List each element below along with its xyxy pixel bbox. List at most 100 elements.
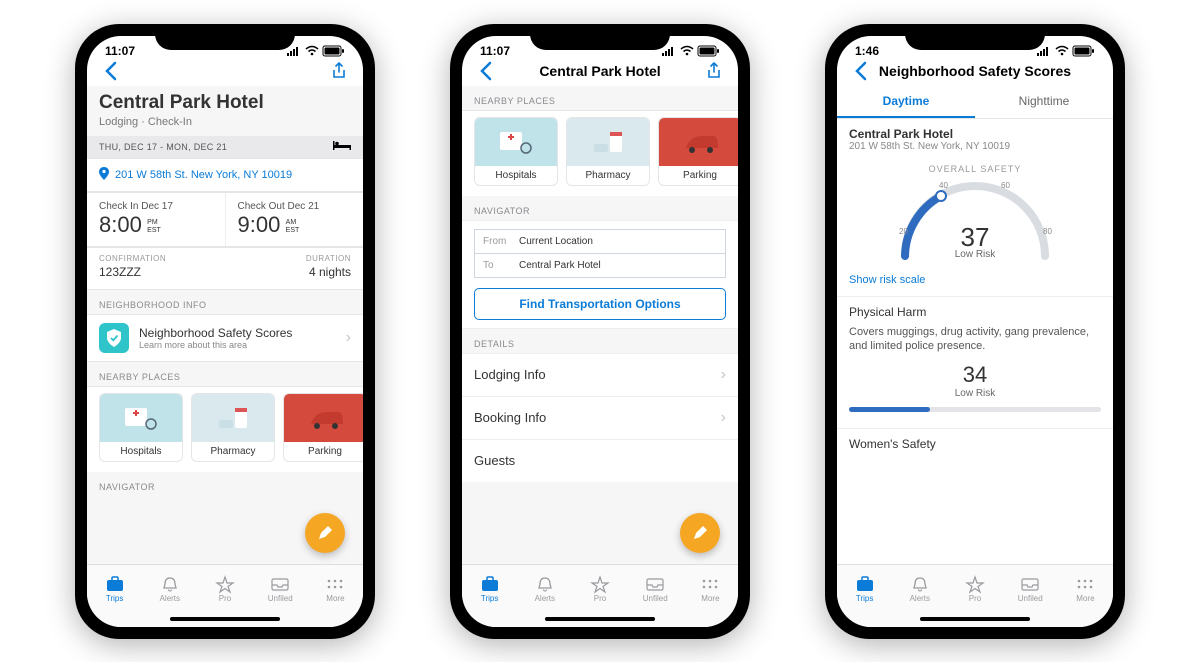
neighborhood-safety-row[interactable]: Neighborhood Safety Scores Learn more ab… (87, 314, 363, 362)
checkout-box: Check Out Dec 21 9:00 AMEST (225, 193, 364, 246)
address-row[interactable]: 201 W 58th St. New York, NY 10019 (87, 158, 363, 192)
checkin-time: 8:00 (99, 212, 142, 238)
inbox-icon (1020, 576, 1040, 592)
harm-title: Physical Harm (849, 305, 1101, 319)
more-icon (700, 576, 720, 592)
tab-pro[interactable]: Pro (947, 565, 1002, 615)
phone-1-screen: 11:07 Central Park Hotel Lodging · Check… (87, 36, 363, 627)
neighborhood-title: Neighborhood Safety Scores (139, 326, 336, 340)
tab-trips[interactable]: Trips (462, 565, 517, 615)
tab-unfiled[interactable]: Unfiled (628, 565, 683, 615)
nav-title: Neighborhood Safety Scores (873, 63, 1077, 79)
place-hospitals[interactable]: Hospitals (474, 117, 558, 186)
hospital-icon (100, 394, 182, 442)
checkout-time: 9:00 (238, 212, 281, 238)
location-pin-icon (99, 167, 109, 183)
parking-icon (659, 118, 738, 166)
edit-fab[interactable] (305, 513, 345, 553)
tab-alerts[interactable]: Alerts (517, 565, 572, 615)
nearby-places-row: Hospitals Pharmacy Parking (462, 110, 738, 196)
status-indicators (662, 46, 720, 56)
share-button[interactable] (702, 62, 726, 80)
place-pharmacy[interactable]: Pharmacy (566, 117, 650, 186)
place-parking[interactable]: Parking (658, 117, 738, 186)
navigator-header: NAVIGATOR (462, 196, 738, 220)
find-transportation-button[interactable]: Find Transportation Options (474, 288, 726, 320)
battery-icon (698, 46, 720, 56)
nearby-header: NEARBY PLACES (87, 362, 363, 386)
confirmation-row: CONFIRMATION 123ZZZ DURATION 4 nights (87, 247, 363, 290)
parking-icon (284, 394, 363, 442)
duration-label: DURATION (306, 254, 351, 263)
page-title: Central Park Hotel (99, 92, 351, 114)
date-range: THU, DEC 17 - MON, DEC 21 (99, 142, 227, 152)
home-indicator[interactable] (170, 617, 280, 621)
inbox-icon (645, 576, 665, 592)
detail-booking[interactable]: Booking Info› (462, 396, 738, 439)
back-button[interactable] (474, 62, 498, 80)
back-button[interactable] (849, 62, 873, 80)
detail-guests[interactable]: Guests› (462, 439, 738, 482)
chevron-right-icon: › (346, 329, 351, 347)
nav-bar: Central Park Hotel (462, 60, 738, 86)
svg-text:40: 40 (939, 181, 948, 190)
tab-nighttime[interactable]: Nighttime (975, 86, 1113, 118)
phone-2-screen: 11:07 Central Park Hotel NEARBY PLACES H… (462, 36, 738, 627)
harm-risk: Low Risk (849, 388, 1101, 399)
to-label: To (483, 260, 513, 271)
tab-daytime[interactable]: Daytime (837, 86, 975, 118)
navigator-from-field[interactable]: From Current Location (474, 229, 726, 254)
status-time: 11:07 (105, 44, 135, 58)
checkin-box: Check In Dec 17 8:00 PMEST (87, 193, 225, 246)
detail-lodging[interactable]: Lodging Info› (462, 353, 738, 396)
bell-icon (535, 576, 555, 592)
edit-fab[interactable] (680, 513, 720, 553)
womens-safety-section: Women's Safety (837, 428, 1113, 465)
confirmation-value: 123ZZZ (99, 265, 166, 279)
harm-value: 34 (849, 362, 1101, 388)
place-parking[interactable]: Parking (283, 393, 363, 462)
page-subtitle: Lodging · Check-In (99, 116, 351, 128)
tab-more[interactable]: More (1058, 565, 1113, 615)
date-strip: THU, DEC 17 - MON, DEC 21 (87, 136, 363, 158)
tab-alerts[interactable]: Alerts (892, 565, 947, 615)
confirmation-label: CONFIRMATION (99, 254, 166, 263)
place-label: Pharmacy (585, 166, 630, 185)
back-button[interactable] (99, 62, 123, 80)
show-risk-scale-link[interactable]: Show risk scale (837, 268, 1113, 296)
tab-alerts[interactable]: Alerts (142, 565, 197, 615)
share-button[interactable] (327, 62, 351, 80)
place-hospitals[interactable]: Hospitals (99, 393, 183, 462)
battery-icon (1073, 46, 1095, 56)
tab-pro[interactable]: Pro (197, 565, 252, 615)
place-pharmacy[interactable]: Pharmacy (191, 393, 275, 462)
svg-text:20: 20 (899, 227, 908, 236)
tab-unfiled[interactable]: Unfiled (1003, 565, 1058, 615)
overall-safety-gauge: OVERALL SAFETY 20 40 60 80 37 Low Risk (837, 160, 1113, 268)
duration-value: 4 nights (306, 265, 351, 279)
overall-label: OVERALL SAFETY (837, 164, 1113, 174)
place-label: Parking (308, 442, 342, 461)
cellular-signal-icon (662, 46, 676, 56)
star-icon (965, 576, 985, 592)
svg-text:80: 80 (1043, 227, 1052, 236)
hotel-address: 201 W 58th St. New York, NY 10019 (849, 141, 1101, 152)
tab-unfiled[interactable]: Unfiled (253, 565, 308, 615)
tab-trips[interactable]: Trips (87, 565, 142, 615)
tab-pro[interactable]: Pro (572, 565, 627, 615)
navigator-to-field[interactable]: To Central Park Hotel (474, 254, 726, 278)
tab-trips[interactable]: Trips (837, 565, 892, 615)
suitcase-icon (480, 576, 500, 592)
checkout-label: Check Out Dec 21 (238, 201, 352, 212)
suitcase-icon (855, 576, 875, 592)
home-indicator[interactable] (545, 617, 655, 621)
chevron-right-icon: › (721, 366, 726, 384)
svg-text:60: 60 (1001, 181, 1010, 190)
place-label: Parking (683, 166, 717, 185)
home-indicator[interactable] (920, 617, 1030, 621)
tab-more[interactable]: More (683, 565, 738, 615)
cellular-signal-icon (287, 46, 301, 56)
tab-more[interactable]: More (308, 565, 363, 615)
address-text: 201 W 58th St. New York, NY 10019 (115, 169, 292, 181)
from-label: From (483, 236, 513, 247)
